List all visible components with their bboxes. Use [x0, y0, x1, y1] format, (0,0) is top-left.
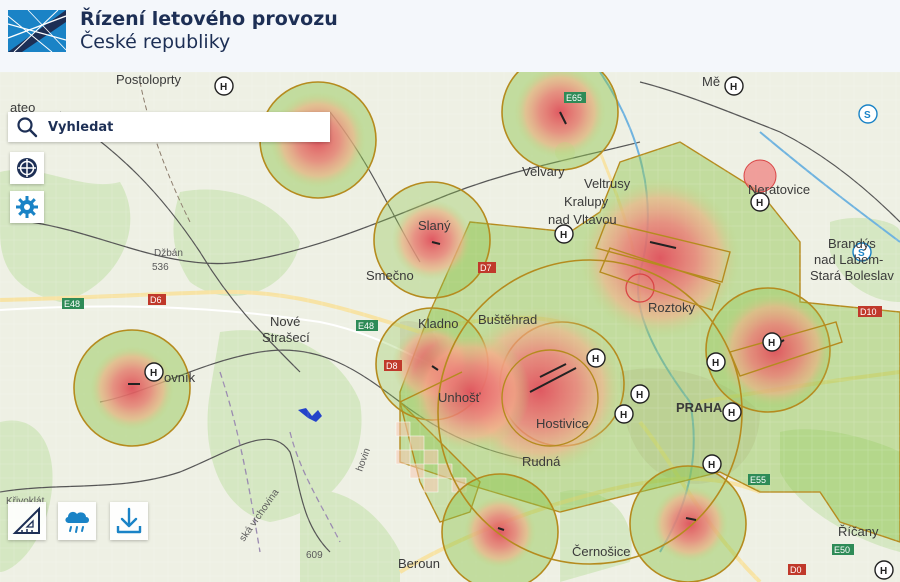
place-postoloprty: Postoloprty [116, 72, 182, 87]
svg-text:E65: E65 [566, 93, 582, 103]
heliport-icon: H [214, 76, 234, 96]
heliport-icon: H [630, 384, 650, 404]
place-stara-boleslav: Stará Boleslav [810, 268, 894, 283]
svg-text:H: H [708, 460, 715, 471]
place-kralupy: Kralupy [564, 194, 609, 209]
svg-text:H: H [756, 198, 763, 209]
heliport-icon: H [614, 404, 634, 424]
svg-text:E50: E50 [834, 545, 850, 555]
svg-text:H: H [620, 410, 627, 421]
svg-text:S: S [864, 110, 871, 121]
heliport-icon: H [702, 454, 722, 474]
heliport-icon: H [144, 362, 164, 382]
heliport-icon: H [762, 332, 782, 352]
svg-text:E48: E48 [358, 321, 374, 331]
download-icon [116, 507, 142, 534]
place-cernosice: Černošice [572, 544, 631, 559]
heliport-icon: H [874, 560, 894, 580]
measure-button[interactable] [8, 502, 46, 540]
place-nad-labem: nad Labem- [814, 252, 883, 267]
place-rudna: Rudná [522, 454, 561, 469]
heliport-icon: H [724, 76, 744, 96]
search-bar[interactable]: Vyhledat [8, 112, 330, 142]
place-veltrusy: Veltrusy [584, 176, 631, 191]
svg-text:H: H [880, 566, 887, 577]
svg-text:H: H [592, 354, 599, 365]
org-name-line1: Řízení letového provozu [80, 8, 338, 30]
svg-text:H: H [636, 390, 643, 401]
app-header: Řízení letového provozu České republiky [0, 0, 900, 72]
place-nove: Nové [270, 314, 300, 329]
ruler-icon [12, 506, 40, 534]
place-dzban: Džbán [154, 248, 183, 259]
compass-button[interactable] [10, 152, 44, 184]
gear-icon [16, 196, 38, 218]
settings-button[interactable] [10, 191, 44, 223]
elevation-536: 536 [152, 262, 169, 273]
heliport-icon: H [586, 348, 606, 368]
svg-text:H: H [712, 358, 719, 369]
svg-text:D0: D0 [790, 565, 802, 575]
search-icon [17, 117, 38, 138]
heliport-icon: H [554, 224, 574, 244]
place-straseci: Strašecí [262, 330, 310, 345]
svg-text:D10: D10 [860, 307, 877, 317]
compass-icon [17, 158, 37, 178]
place-unhost: Unhošť [438, 390, 481, 405]
rlp-logo [8, 10, 66, 52]
svg-text:H: H [150, 368, 157, 379]
svg-text:H: H [220, 82, 227, 93]
place-praha: PRAHA [676, 400, 723, 415]
place-smecno: Smečno [366, 268, 414, 283]
place-ricany: Říčany [838, 524, 879, 539]
search-label: Vyhledat [48, 119, 114, 135]
heliport-icon: H [706, 352, 726, 372]
svg-text:H: H [728, 408, 735, 419]
place-nad-vltavou: nad Vltavou [548, 212, 617, 227]
svg-text:E48: E48 [64, 299, 80, 309]
svg-text:H: H [768, 338, 775, 349]
svg-text:D7: D7 [480, 263, 492, 273]
place-neratovice: Neratovice [748, 182, 810, 197]
svg-text:D8: D8 [386, 361, 398, 371]
weather-icon [65, 511, 89, 533]
svg-text:E55: E55 [750, 475, 766, 485]
place-velvary: Velvary [522, 164, 565, 179]
place-rakovnik: ovník [164, 370, 196, 385]
place-bustehrad: Buštěhrad [478, 312, 537, 327]
svg-text:H: H [730, 82, 737, 93]
heliport-icon: H [722, 402, 742, 422]
place-beroun: Beroun [398, 556, 440, 571]
place-hostivice: Hostivice [536, 416, 589, 431]
download-button[interactable] [110, 502, 148, 540]
place-slany: Slaný [418, 218, 451, 233]
svg-text:H: H [560, 230, 567, 241]
place-roztoky: Roztoky [648, 300, 695, 315]
svg-text:D6: D6 [150, 295, 162, 305]
place-brandys: Brandýs [828, 236, 876, 251]
place-kladno: Kladno [418, 316, 458, 331]
heliport-icon: S [858, 104, 878, 124]
org-name-line2: České republiky [80, 31, 231, 53]
elevation-609: 609 [306, 550, 323, 561]
place-melnik: Mě [702, 74, 720, 89]
weather-button[interactable] [58, 502, 96, 540]
